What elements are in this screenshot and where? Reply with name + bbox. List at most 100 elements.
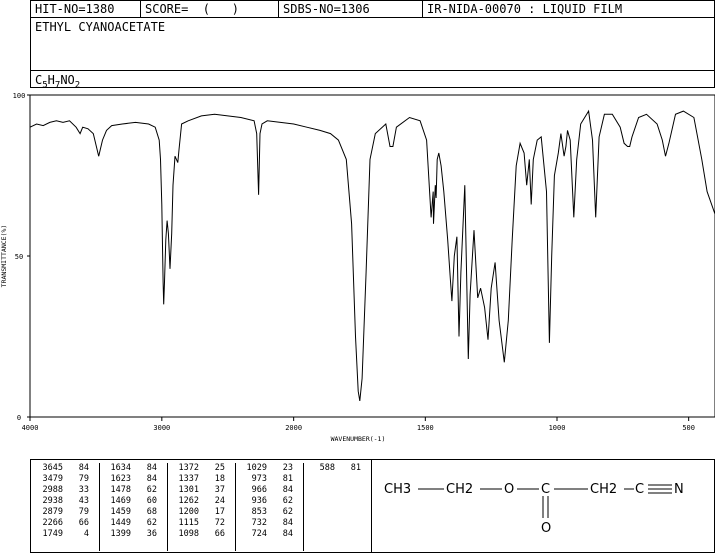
peak-wavenumber: 3645 xyxy=(42,463,63,473)
peak-transmittance: 68 xyxy=(146,507,157,517)
peak-transmittance: 62 xyxy=(146,518,157,528)
peak-row: 1301 37 xyxy=(167,485,235,496)
peak-row: 2266 66 xyxy=(31,518,99,529)
peak-transmittance: 62 xyxy=(282,507,293,517)
peak-row: 2879 79 xyxy=(31,507,99,518)
peak-transmittance: 84 xyxy=(282,518,293,528)
peak-row: 1029 23 xyxy=(235,463,303,474)
x-axis-label: WAVENUMBER(-1) xyxy=(331,435,386,443)
peak-transmittance: 66 xyxy=(214,529,225,539)
peak-row: 1337 18 xyxy=(167,474,235,485)
peak-transmittance: 60 xyxy=(146,496,157,506)
peak-wavenumber: 3479 xyxy=(42,474,63,484)
peak-wavenumber: 1301 xyxy=(178,485,199,495)
peak-wavenumber: 1337 xyxy=(178,474,199,484)
peak-row: 853 62 xyxy=(235,507,303,518)
peak-row: 1623 84 xyxy=(99,474,167,485)
peak-transmittance: 84 xyxy=(282,485,293,495)
peak-wavenumber: 1262 xyxy=(178,496,199,506)
x-tick-label: 3000 xyxy=(153,424,170,432)
peak-transmittance: 36 xyxy=(146,529,157,539)
peak-wavenumber: 1478 xyxy=(110,485,131,495)
peak-wavenumber: 1623 xyxy=(110,474,131,484)
peak-wavenumber: 1098 xyxy=(178,529,199,539)
peak-transmittance: 72 xyxy=(214,518,225,528)
peak-transmittance: 66 xyxy=(78,518,89,528)
peak-wavenumber: 2938 xyxy=(42,496,63,506)
x-tick-label: 500 xyxy=(682,424,695,432)
peak-row: 1478 62 xyxy=(99,485,167,496)
atom-c-nitrile: C xyxy=(635,482,644,497)
peak-transmittance: 79 xyxy=(78,507,89,517)
peak-transmittance: 43 xyxy=(78,496,89,506)
peak-row: 936 62 xyxy=(235,496,303,507)
peak-row: 3645 84 xyxy=(31,463,99,474)
peak-wavenumber: 853 xyxy=(251,507,267,517)
peak-transmittance: 84 xyxy=(146,463,157,473)
atom-ch2-b: CH2 xyxy=(590,482,617,497)
peak-wavenumber: 1459 xyxy=(110,507,131,517)
peak-row: 973 81 xyxy=(235,474,303,485)
peak-row: 1115 72 xyxy=(167,518,235,529)
peak-wavenumber: 732 xyxy=(251,518,267,528)
peak-wavenumber: 1634 xyxy=(110,463,131,473)
peak-transmittance: 81 xyxy=(282,474,293,484)
peak-row: 2988 33 xyxy=(31,485,99,496)
peak-column: 1029 23 973 81 966 84 936 62 853 62 732 84 724 84 xyxy=(235,463,304,551)
peak-wavenumber: 1372 xyxy=(178,463,199,473)
peak-wavenumber: 936 xyxy=(251,496,267,506)
peak-row: 1469 60 xyxy=(99,496,167,507)
y-tick-label: 0 xyxy=(17,414,21,422)
peak-transmittance: 84 xyxy=(146,474,157,484)
spectrum-line xyxy=(29,109,715,401)
peak-wavenumber: 966 xyxy=(251,485,267,495)
atom-ch2-a: CH2 xyxy=(446,482,473,497)
peak-transmittance: 25 xyxy=(214,463,225,473)
peak-row: 1399 36 xyxy=(99,529,167,540)
atom-o-ether: O xyxy=(504,482,514,497)
peak-transmittance: 84 xyxy=(78,463,89,473)
peak-transmittance: 81 xyxy=(350,463,361,473)
peak-row: 1459 68 xyxy=(99,507,167,518)
peak-row: 2938 43 xyxy=(31,496,99,507)
atom-ch3: CH3 xyxy=(384,482,411,497)
peak-transmittance: 79 xyxy=(78,474,89,484)
peak-row: 1634 84 xyxy=(99,463,167,474)
structure-box: CH3 CH2 O C O CH2 C N xyxy=(371,459,715,553)
peak-wavenumber: 1115 xyxy=(178,518,199,528)
y-axis-label: TRANSMITTANCE(%) xyxy=(0,225,8,288)
peak-row: 1098 66 xyxy=(167,529,235,540)
x-tick-label: 4000 xyxy=(22,424,39,432)
peak-transmittance: 4 xyxy=(83,529,89,539)
peak-transmittance: 62 xyxy=(282,496,293,506)
peak-column: 3645 84 3479 79 2988 33 2938 43 2879 79 2266 66 1749… xyxy=(31,463,100,551)
peak-column: 588 81 xyxy=(303,463,371,551)
ir-spectrum-chart: 0 50 100 4000 3000 2000 1500 1000 500 TRANSMITT… xyxy=(0,92,715,443)
peak-wavenumber: 724 xyxy=(251,529,267,539)
x-tick-label: 1000 xyxy=(549,424,566,432)
peak-transmittance: 62 xyxy=(146,485,157,495)
peak-wavenumber: 2266 xyxy=(42,518,63,528)
peak-column: 1634 84 1623 84 1478 62 1469 60 1459 68 1449 62 1399… xyxy=(99,463,168,551)
structure-diagram: CH3 CH2 O C O CH2 C N xyxy=(384,482,684,536)
peak-transmittance: 37 xyxy=(214,485,225,495)
peak-row: 588 81 xyxy=(303,463,371,474)
peak-transmittance: 17 xyxy=(214,507,225,517)
atom-o-carbonyl: O xyxy=(541,521,551,536)
peak-row: 1262 24 xyxy=(167,496,235,507)
peak-wavenumber: 1749 xyxy=(42,529,63,539)
peak-wavenumber: 588 xyxy=(319,463,335,473)
x-tick-label: 2000 xyxy=(285,424,302,432)
peak-row: 724 84 xyxy=(235,529,303,540)
peak-transmittance: 33 xyxy=(78,485,89,495)
peak-column: 1372 25 1337 18 1301 37 1262 24 1200 17 1115 72 1098… xyxy=(167,463,236,551)
peak-transmittance: 18 xyxy=(214,474,225,484)
atom-n: N xyxy=(674,482,684,497)
plot-frame xyxy=(29,94,715,418)
peak-wavenumber: 1449 xyxy=(110,518,131,528)
peak-row: 1749 4 xyxy=(31,529,99,540)
peak-wavenumber: 2988 xyxy=(42,485,63,495)
peak-transmittance: 84 xyxy=(282,529,293,539)
peak-table: 3645 84 3479 79 2988 33 2938 43 2879 79 2266 66 1749… xyxy=(30,459,372,553)
peak-wavenumber: 2879 xyxy=(42,507,63,517)
